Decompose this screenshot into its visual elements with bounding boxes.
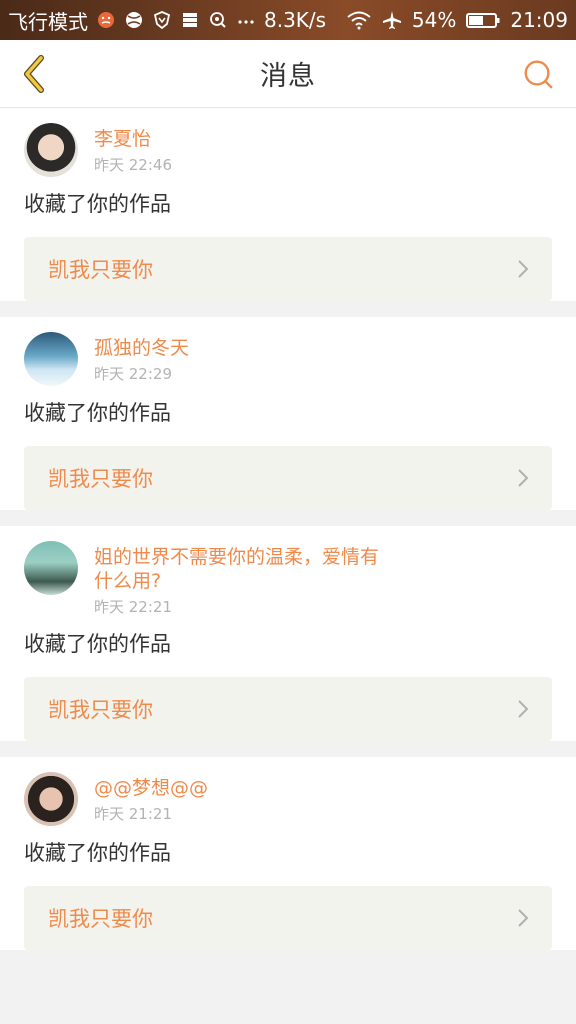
page-title: 消息 xyxy=(260,61,316,92)
message-card: @@梦想@@ 昨天 21:21 收藏了你的作品 凯我只要你 xyxy=(0,757,576,950)
chevron-right-icon xyxy=(518,260,529,278)
shield-icon xyxy=(152,10,172,30)
work-title: 凯我只要你 xyxy=(48,467,153,491)
battery-icon xyxy=(466,10,500,30)
message-card: 姐的世界不需要你的温柔，爱情有什么用? 昨天 22:21 收藏了你的作品 凯我只… xyxy=(0,526,576,741)
work-link[interactable]: 凯我只要你 xyxy=(24,677,552,741)
battery-percent: 54% xyxy=(411,8,457,32)
search-icon xyxy=(524,60,553,89)
avatar[interactable] xyxy=(24,332,78,386)
airplane-icon xyxy=(382,10,402,30)
ball-icon xyxy=(124,10,144,30)
chevron-right-icon xyxy=(518,700,529,718)
wifi-icon xyxy=(346,10,372,30)
chevron-right-icon xyxy=(518,909,529,927)
timestamp: 昨天 22:29 xyxy=(94,365,172,383)
action-text: 收藏了你的作品 xyxy=(24,841,171,865)
work-link[interactable]: 凯我只要你 xyxy=(24,446,552,510)
storage-icon xyxy=(180,10,200,30)
action-text: 收藏了你的作品 xyxy=(24,401,171,425)
message-card: 孤独的冬天 昨天 22:29 收藏了你的作品 凯我只要你 xyxy=(0,317,576,510)
work-link[interactable]: 凯我只要你 xyxy=(24,886,552,950)
airplane-mode-text: 飞行模式 xyxy=(8,9,88,34)
work-title: 凯我只要你 xyxy=(48,907,153,931)
search-button[interactable] xyxy=(520,56,556,92)
username[interactable]: 李夏怡 xyxy=(94,127,172,151)
nav-bar: 消息 xyxy=(0,40,576,108)
chevron-right-icon xyxy=(518,469,529,487)
back-chevron-icon xyxy=(24,55,44,93)
avatar[interactable] xyxy=(24,123,78,177)
work-link[interactable]: 凯我只要你 xyxy=(24,237,552,301)
status-bar: 飞行模式 8.3K/s 54% 21:09 xyxy=(0,0,576,40)
username[interactable]: 姐的世界不需要你的温柔，爱情有什么用? xyxy=(94,545,384,593)
work-title: 凯我只要你 xyxy=(48,698,153,722)
avatar[interactable] xyxy=(24,772,78,826)
action-text: 收藏了你的作品 xyxy=(24,192,171,216)
clock: 21:09 xyxy=(510,8,568,32)
work-title: 凯我只要你 xyxy=(48,258,153,282)
back-button[interactable] xyxy=(14,52,54,96)
timestamp: 昨天 22:21 xyxy=(94,598,172,616)
face-icon xyxy=(96,10,116,30)
username[interactable]: @@梦想@@ xyxy=(94,776,208,800)
avatar[interactable] xyxy=(24,541,78,595)
timestamp: 昨天 21:21 xyxy=(94,805,172,823)
more-dots-icon xyxy=(236,10,256,30)
wifi-loc-icon xyxy=(208,10,228,30)
action-text: 收藏了你的作品 xyxy=(24,632,171,656)
net-speed: 8.3K/s xyxy=(264,8,327,32)
message-card: 李夏怡 昨天 22:46 收藏了你的作品 凯我只要你 xyxy=(0,108,576,301)
message-list: 李夏怡 昨天 22:46 收藏了你的作品 凯我只要你 孤独的冬天 昨天 22:2… xyxy=(0,108,576,966)
username[interactable]: 孤独的冬天 xyxy=(94,336,189,360)
timestamp: 昨天 22:46 xyxy=(94,156,172,174)
